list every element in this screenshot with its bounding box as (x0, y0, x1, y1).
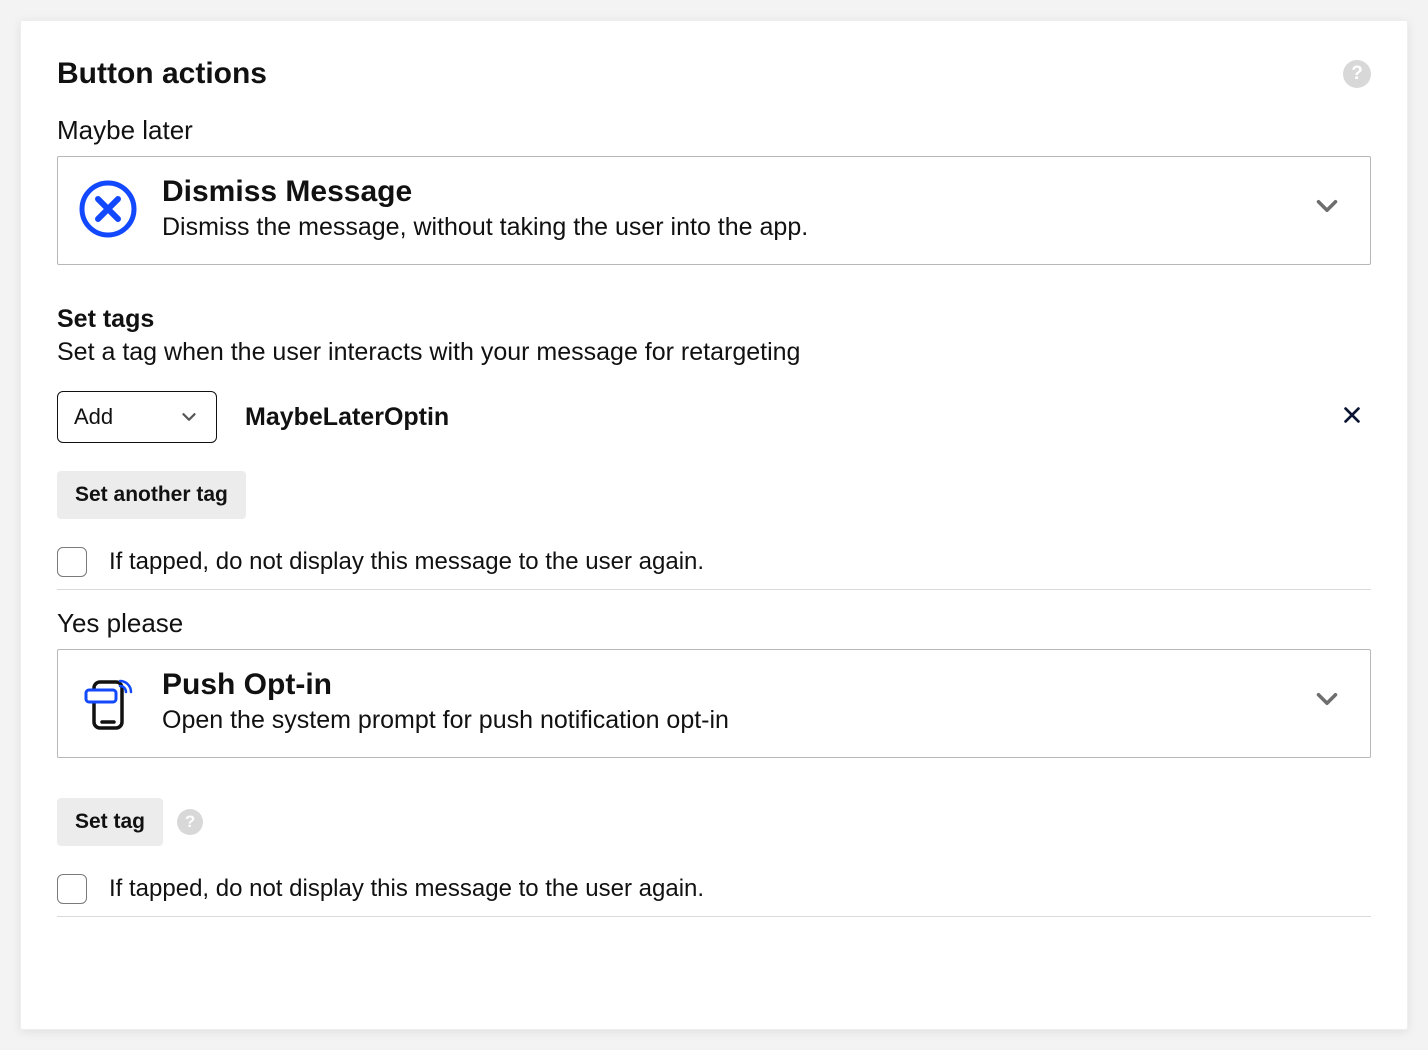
remove-tag-button[interactable] (1333, 398, 1371, 437)
button2-label: Yes please (57, 608, 1371, 639)
tag-operation-value: Add (74, 404, 113, 430)
help-icon[interactable]: ? (177, 809, 203, 835)
button1-action-selector[interactable]: Dismiss Message Dismiss the message, wit… (57, 156, 1371, 265)
tag-name-value: MaybeLaterOptin (245, 403, 1305, 432)
set-tags-title: Set tags (57, 305, 1371, 334)
push-optin-icon (78, 672, 138, 732)
help-icon[interactable]: ? (1343, 60, 1371, 88)
set-tag-button[interactable]: Set tag (57, 798, 163, 846)
button1-do-not-display-label: If tapped, do not display this message t… (109, 548, 704, 576)
panel-title: Button actions (57, 57, 267, 91)
button2-action-selector[interactable]: Push Opt-in Open the system prompt for p… (57, 649, 1371, 758)
button1-label: Maybe later (57, 115, 1371, 146)
set-tag-label: Set tag (75, 810, 145, 834)
tag-row: Add MaybeLaterOptin (57, 391, 1371, 443)
button2-do-not-display-checkbox[interactable] (57, 874, 87, 904)
chevron-down-icon (1310, 189, 1344, 228)
button1-action-description: Dismiss the message, without taking the … (162, 213, 1286, 242)
chevron-down-icon (1310, 682, 1344, 721)
tag-operation-select[interactable]: Add (57, 391, 217, 443)
button2-action-title: Push Opt-in (162, 668, 1286, 702)
set-another-tag-button[interactable]: Set another tag (57, 471, 246, 519)
button2-do-not-display-label: If tapped, do not display this message t… (109, 875, 704, 903)
button1-do-not-display-checkbox[interactable] (57, 547, 87, 577)
set-another-tag-label: Set another tag (75, 483, 228, 507)
dismiss-icon (78, 179, 138, 239)
chevron-down-icon (178, 406, 200, 428)
button1-action-title: Dismiss Message (162, 175, 1286, 209)
set-tags-description: Set a tag when the user interacts with y… (57, 338, 1371, 367)
button2-action-description: Open the system prompt for push notifica… (162, 706, 1286, 735)
button-actions-panel: Button actions ? Maybe later Dismiss Mes… (20, 20, 1408, 1030)
